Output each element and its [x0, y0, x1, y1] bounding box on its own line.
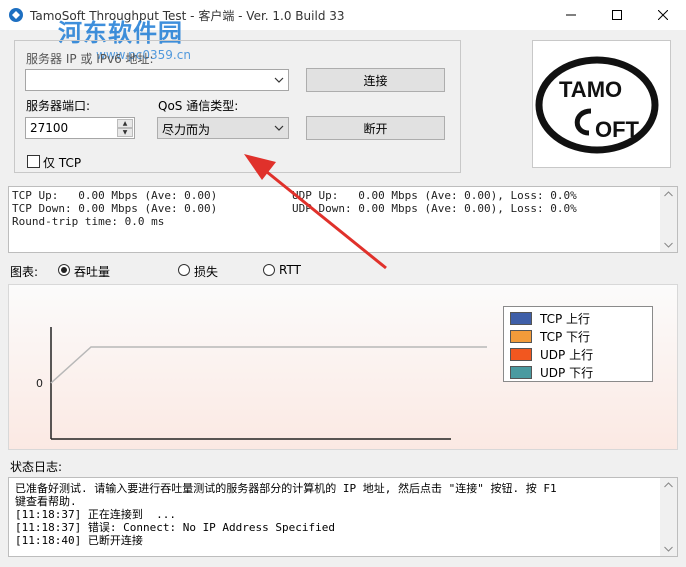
- qos-value: 尽力而为: [162, 123, 211, 137]
- legend-label: TCP 上行: [540, 311, 591, 326]
- legend-swatch: [510, 365, 532, 379]
- server-address-combo[interactable]: [25, 69, 289, 91]
- series-line: [50, 346, 487, 384]
- log-line: [11:18:40] 已断开连接: [15, 534, 143, 547]
- disconnect-button[interactable]: 断开: [306, 116, 445, 140]
- port-label: 服务器端口:: [26, 99, 91, 113]
- legend-label: TCP 下行: [540, 329, 591, 344]
- logo-text-bottom: OFT: [595, 117, 640, 142]
- stats-panel: TCP Up: 0.00 Mbps (Ave: 0.00) TCP Down: …: [8, 186, 678, 253]
- app-icon: [8, 7, 24, 23]
- tcp-up-stat: TCP Up: 0.00 Mbps (Ave: 0.00): [12, 189, 218, 202]
- port-increment-button[interactable]: ▲: [117, 119, 133, 128]
- tcp-down-stat: TCP Down: 0.00 Mbps (Ave: 0.00): [12, 202, 218, 215]
- log-line: 键查看帮助.: [15, 495, 77, 508]
- legend-label: UDP 上行: [540, 347, 594, 362]
- chevron-up-icon: [664, 482, 673, 488]
- qos-label: QoS 通信类型:: [158, 99, 239, 113]
- legend-swatch: [510, 347, 532, 361]
- status-log-label: 状态日志:: [10, 460, 63, 474]
- radio-loss[interactable]: [178, 264, 190, 276]
- y-tick-label: 0: [36, 377, 43, 390]
- log-line: [11:18:37] 正在连接到 ...: [15, 508, 176, 521]
- radio-rtt[interactable]: [263, 264, 275, 276]
- chart-legend: TCP 上行 TCP 下行 UDP 上行 UDP 下行: [503, 306, 653, 382]
- legend-swatch: [510, 329, 532, 343]
- chevron-up-icon: [664, 191, 673, 197]
- legend-swatch: [510, 311, 532, 325]
- port-value: 27100: [30, 121, 69, 135]
- legend-item: TCP 上行: [510, 310, 590, 326]
- radio-throughput[interactable]: [58, 264, 70, 276]
- tcp-only-label: 仅 TCP: [43, 156, 82, 170]
- minimize-button[interactable]: [548, 0, 594, 30]
- radio-throughput-label: 吞吐量: [74, 265, 111, 279]
- connect-button[interactable]: 连接: [306, 68, 445, 92]
- stats-scrollbar[interactable]: [660, 187, 677, 252]
- close-button[interactable]: [640, 0, 686, 30]
- port-stepper[interactable]: 27100 ▲ ▼: [25, 117, 135, 139]
- legend-item: UDP 上行: [510, 346, 593, 362]
- chart-type-label: 图表:: [10, 265, 39, 279]
- radio-loss-label: 损失: [194, 265, 219, 279]
- chevron-down-icon: [274, 125, 284, 131]
- qos-select[interactable]: 尽力而为: [157, 117, 289, 139]
- chevron-down-icon: [664, 546, 673, 552]
- radio-rtt-label: RTT: [279, 263, 301, 277]
- log-line: [11:18:37] 错误: Connect: No IP Address Sp…: [15, 521, 336, 534]
- logo-text-top: TAMO: [559, 77, 622, 102]
- udp-up-stat: UDP Up: 0.00 Mbps (Ave: 0.00), Loss: 0.0…: [292, 189, 577, 202]
- maximize-button[interactable]: [594, 0, 640, 30]
- chevron-down-icon: [274, 77, 284, 83]
- close-icon: [658, 10, 668, 20]
- server-address-label: 服务器 IP 或 IPv6 地址:: [26, 52, 154, 66]
- status-log: 已准备好测试. 请输入要进行吞吐量测试的服务器部分的计算机的 IP 地址, 然后…: [8, 477, 678, 557]
- minimize-icon: [566, 14, 576, 16]
- port-decrement-button[interactable]: ▼: [117, 128, 133, 137]
- legend-item: TCP 下行: [510, 328, 590, 344]
- legend-label: UDP 下行: [540, 365, 594, 380]
- log-line: 已准备好测试. 请输入要进行吞吐量测试的服务器部分的计算机的 IP 地址, 然后…: [15, 482, 557, 495]
- legend-item: UDP 下行: [510, 364, 593, 380]
- log-scrollbar[interactable]: [660, 478, 677, 556]
- tamosoft-logo: TAMO OFT: [532, 40, 671, 168]
- tcp-only-checkbox[interactable]: [27, 155, 40, 168]
- maximize-icon: [612, 10, 622, 20]
- round-trip-stat: Round-trip time: 0.0 ms: [12, 215, 165, 228]
- chevron-down-icon: [664, 242, 673, 248]
- udp-down-stat: UDP Down: 0.00 Mbps (Ave: 0.00), Loss: 0…: [292, 202, 577, 215]
- logo-mark: TAMO OFT: [535, 56, 659, 154]
